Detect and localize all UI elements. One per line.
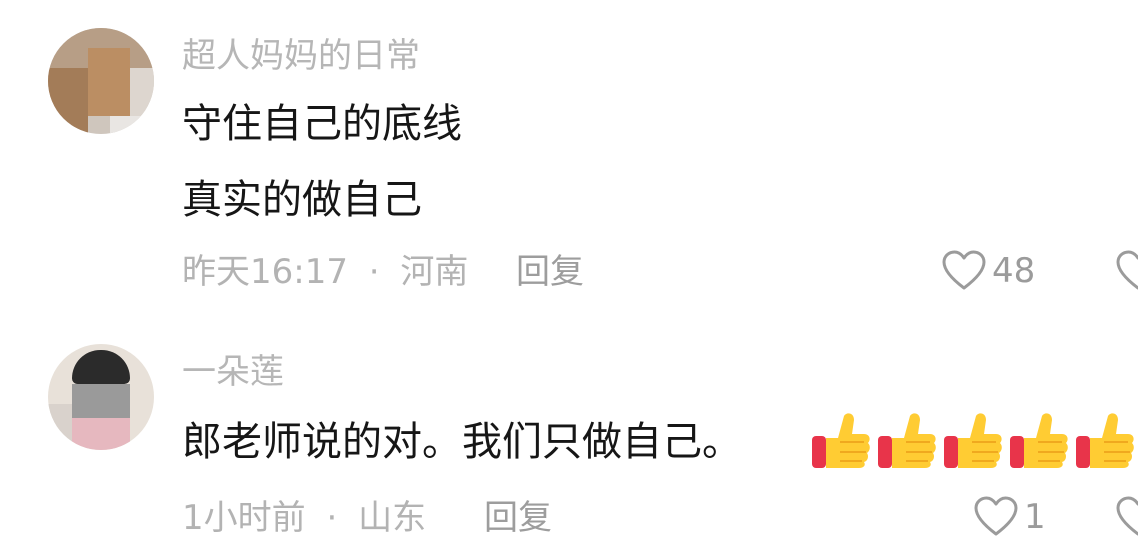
- thumbs-up-emoji: [944, 413, 1002, 468]
- like-count: 48: [992, 251, 1036, 291]
- comment-location: 山东: [358, 498, 427, 538]
- thumbs-up-emoji: [812, 413, 870, 468]
- comment-meta: 1小时前 · 山东: [182, 498, 426, 538]
- like-button[interactable]: 1: [974, 496, 1046, 538]
- dislike-icon[interactable]: [1116, 250, 1138, 292]
- reply-button[interactable]: 回复: [484, 498, 552, 538]
- heart-outline-icon: [974, 496, 1018, 538]
- comment-text-line: 守住自己的底线: [182, 101, 462, 147]
- username[interactable]: 超人妈妈的日常: [182, 36, 420, 76]
- dislike-icon[interactable]: [1116, 496, 1138, 538]
- thumbs-up-emoji: [1076, 413, 1134, 468]
- comment-location: 河南: [400, 252, 469, 292]
- comment-item: 超人妈妈的日常 守住自己的底线 真实的做自己 昨天16:17 · 河南 回复 4…: [0, 0, 1138, 320]
- heart-outline-icon: [942, 250, 986, 292]
- avatar[interactable]: [48, 28, 154, 134]
- comment-text-line: 郎老师说的对。我们只做自己。: [182, 419, 742, 465]
- username[interactable]: 一朵莲: [182, 352, 284, 392]
- comment-text-line: 真实的做自己: [182, 177, 422, 223]
- meta-separator: ·: [368, 252, 380, 292]
- reply-button[interactable]: 回复: [516, 252, 584, 292]
- comment-meta: 昨天16:17 · 河南: [182, 252, 468, 292]
- thumbs-up-emoji: [1010, 413, 1068, 468]
- comment-item: 一朵莲 郎老师说的对。我们只做自己。 1小时前 · 山东 回复 1: [0, 320, 1138, 548]
- emoji-group: [810, 410, 1136, 470]
- comment-time: 1小时前: [182, 498, 306, 538]
- comment-time: 昨天16:17: [182, 252, 348, 292]
- like-button[interactable]: 48: [942, 250, 1035, 292]
- thumbs-up-emoji: [878, 413, 936, 468]
- avatar[interactable]: [48, 344, 154, 450]
- meta-separator: ·: [326, 498, 338, 538]
- like-count: 1: [1024, 497, 1046, 537]
